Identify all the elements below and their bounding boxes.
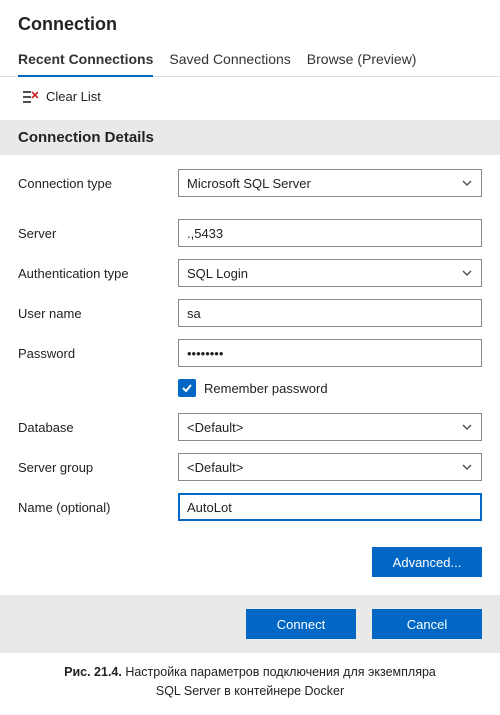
chevron-down-icon	[461, 267, 473, 279]
section-connection-details: Connection Details	[0, 120, 500, 155]
input-password[interactable]	[178, 339, 482, 367]
tab-saved-connections[interactable]: Saved Connections	[169, 45, 290, 76]
select-connection-type[interactable]: Microsoft SQL Server	[178, 169, 482, 197]
dialog-title: Connection	[0, 0, 500, 45]
select-auth-type[interactable]: SQL Login	[178, 259, 482, 287]
chevron-down-icon	[461, 461, 473, 473]
label-database: Database	[18, 420, 178, 435]
select-database[interactable]: <Default>	[178, 413, 482, 441]
label-connection-type: Connection type	[18, 176, 178, 191]
label-name-optional: Name (optional)	[18, 500, 178, 515]
dialog-footer: Connect Cancel	[0, 595, 500, 653]
chevron-down-icon	[461, 177, 473, 189]
tab-recent-connections[interactable]: Recent Connections	[18, 45, 153, 77]
select-database-value: <Default>	[187, 420, 243, 435]
label-auth-type: Authentication type	[18, 266, 178, 281]
label-user-name: User name	[18, 306, 178, 321]
select-server-group[interactable]: <Default>	[178, 453, 482, 481]
input-name-optional[interactable]	[178, 493, 482, 521]
chevron-down-icon	[461, 421, 473, 433]
tabs-bar: Recent Connections Saved Connections Bro…	[0, 45, 500, 77]
advanced-button[interactable]: Advanced...	[372, 547, 482, 577]
select-connection-type-value: Microsoft SQL Server	[187, 176, 311, 191]
cancel-button[interactable]: Cancel	[372, 609, 482, 639]
label-remember-password: Remember password	[204, 381, 328, 396]
figure-caption-line1: Настройка параметров подключения для экз…	[122, 665, 436, 679]
figure-caption-number: Рис. 21.4.	[64, 665, 122, 679]
figure-caption: Рис. 21.4. Настройка параметров подключе…	[0, 653, 500, 715]
select-server-group-value: <Default>	[187, 460, 243, 475]
checkbox-remember-password[interactable]	[178, 379, 196, 397]
select-auth-type-value: SQL Login	[187, 266, 248, 281]
label-password: Password	[18, 346, 178, 361]
clear-list-label: Clear List	[46, 89, 101, 104]
clear-list-button[interactable]: Clear List	[0, 77, 500, 120]
connection-form: Connection type Microsoft SQL Server Ser…	[0, 155, 500, 543]
figure-caption-line2: SQL Server в контейнере Docker	[156, 684, 344, 698]
tab-browse-preview[interactable]: Browse (Preview)	[307, 45, 417, 76]
clear-list-icon	[22, 90, 38, 104]
label-server: Server	[18, 226, 178, 241]
connect-button[interactable]: Connect	[246, 609, 356, 639]
input-server[interactable]	[178, 219, 482, 247]
input-user-name[interactable]	[178, 299, 482, 327]
check-icon	[180, 381, 194, 395]
label-server-group: Server group	[18, 460, 178, 475]
